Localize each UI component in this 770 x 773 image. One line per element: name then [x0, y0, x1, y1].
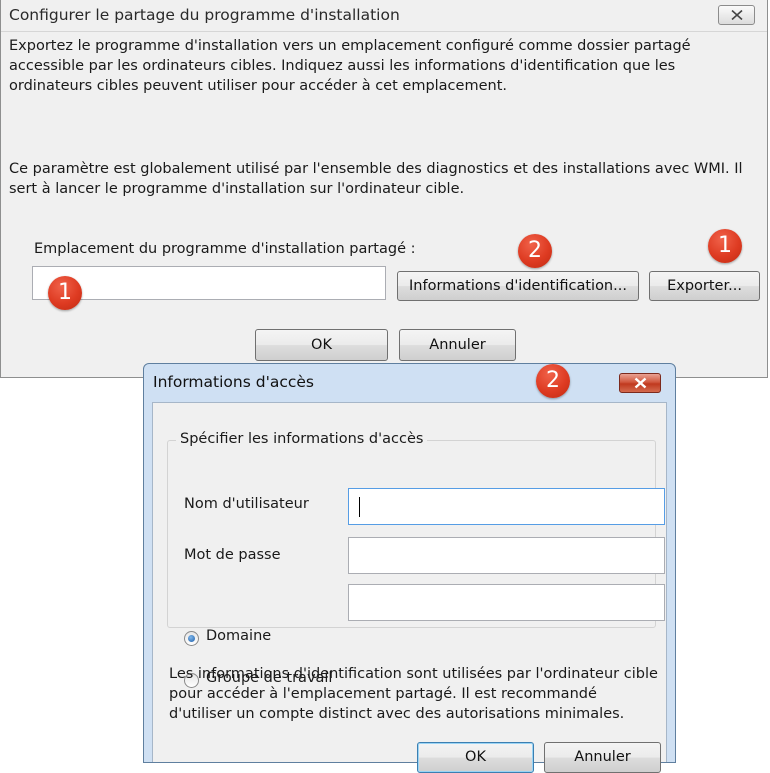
cancel-button[interactable]: Annuler	[399, 329, 516, 361]
access-dialog-title: Informations d'accès	[153, 373, 314, 391]
username-label: Nom d'utilisateur	[184, 496, 309, 512]
dialog-title-bar: Configurer le partage du programme d'ins…	[1, 0, 767, 32]
callout-badge-access-dialog: 2	[536, 364, 570, 398]
ok-button[interactable]: OK	[255, 329, 388, 361]
credentials-note: Les informations d'identification sont u…	[169, 666, 658, 722]
location-label: Emplacement du programme d'installation …	[34, 241, 416, 257]
scope-text: Ce paramètre est globalement utilisé par…	[9, 161, 743, 197]
domain-input[interactable]	[348, 584, 665, 621]
access-info-dialog: Informations d'accès Spécifier les infor…	[143, 363, 676, 773]
callout-badge-credentials: 2	[518, 234, 552, 268]
credentials-button[interactable]: Informations d'identification...	[397, 271, 639, 301]
password-input[interactable]	[348, 537, 665, 574]
username-input[interactable]	[348, 488, 665, 525]
description-text: Exportez le programme d'installation ver…	[9, 38, 691, 94]
domain-radio[interactable]	[184, 631, 199, 646]
access-close-button[interactable]	[619, 373, 661, 393]
close-icon	[731, 10, 743, 20]
password-label: Mot de passe	[184, 547, 281, 563]
callout-badge-location: 1	[48, 276, 82, 310]
close-icon	[634, 377, 647, 389]
dialog-title: Configurer le partage du programme d'ins…	[9, 6, 400, 24]
access-dialog-title-bar: Informations d'accès	[144, 364, 675, 402]
credentials-group: Spécifier les informations d'accès Nom d…	[167, 431, 665, 688]
domain-radio-label[interactable]: Domaine	[206, 628, 271, 644]
credentials-group-label: Spécifier les informations d'accès	[176, 431, 428, 447]
callout-badge-export: 1	[708, 229, 742, 263]
share-setup-dialog: Configurer le partage du programme d'ins…	[0, 0, 768, 378]
close-button[interactable]	[718, 5, 755, 25]
access-dialog-body: Spécifier les informations d'accès Nom d…	[152, 402, 667, 773]
location-input[interactable]	[32, 266, 386, 300]
text-caret	[359, 497, 360, 517]
export-button[interactable]: Exporter...	[649, 271, 760, 301]
